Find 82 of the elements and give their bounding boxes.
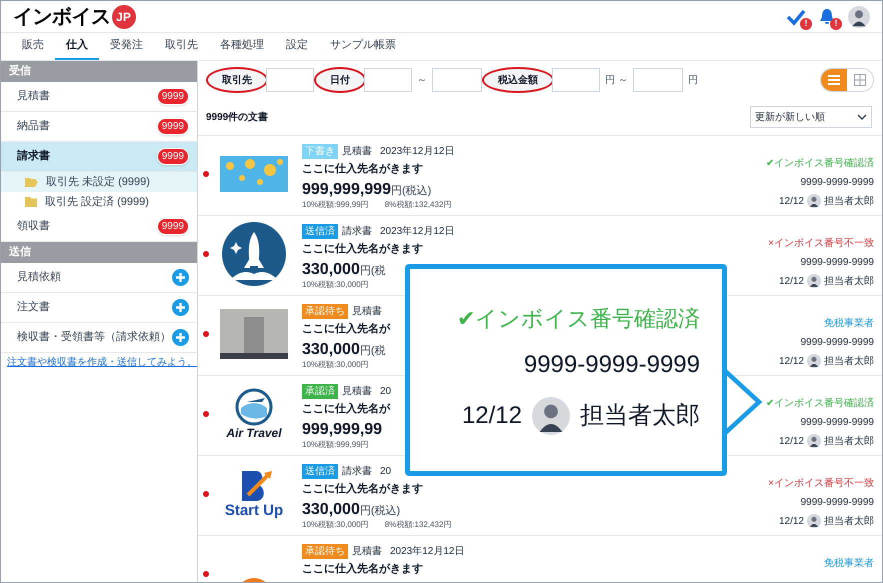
document-date: 2023年12月12日 xyxy=(380,144,454,158)
person-name: 担当者太郎 xyxy=(580,401,700,431)
updated-date: 12/12 xyxy=(462,401,522,431)
invoice-number: 9999-9999-9999 xyxy=(800,416,874,430)
amount: 330,000 xyxy=(302,260,360,280)
filter-label: 取引先 xyxy=(206,67,268,93)
updated-date: 12/12 xyxy=(778,354,804,368)
section-header: 送信 xyxy=(1,242,197,263)
amount-unit: 円(税込) xyxy=(360,504,400,519)
amount-unit: 円(税 xyxy=(360,264,386,279)
amount: 330,000 xyxy=(302,500,360,520)
amount: 999,999,99 xyxy=(302,420,382,440)
document-date: 2023年12月12日 xyxy=(390,544,464,558)
tax-amount: 10%税額:30,000円 xyxy=(302,359,369,371)
result-count: 9999件の文書 xyxy=(206,110,268,124)
tax-amount: 10%税額:30,000円 xyxy=(302,519,369,531)
document-type: 見積書 xyxy=(342,144,372,158)
filter-separator: 円 ～ xyxy=(604,74,629,88)
person-name: 担当者太郎 xyxy=(824,274,874,288)
document-type: 見積書 xyxy=(352,544,382,558)
section-header: 受信 xyxy=(1,61,197,82)
invoice-status: 免税事業者 xyxy=(824,316,874,331)
amount: 330,000 xyxy=(302,340,360,360)
person-name: 担当者太郎 xyxy=(824,354,874,368)
tax-amount: 10%税額:999,99円 xyxy=(302,439,369,451)
filter-separator: 円 xyxy=(686,74,699,88)
invoice-status: ✔インボイス番号確認済 xyxy=(766,156,874,171)
status-badge: 承認済 xyxy=(302,384,338,398)
tax-amount: 10%税額:30,000円 xyxy=(302,279,369,291)
status-badge: 送信済 xyxy=(302,464,338,478)
status-badge: 承認待ち xyxy=(302,544,348,558)
invoice-number: 9999-9999-9999 xyxy=(800,256,874,270)
filter-separator: ～ xyxy=(416,74,428,88)
document-type: 請求書 xyxy=(342,224,372,238)
count-badge: 9999 xyxy=(156,88,189,105)
filter-label: 税込金額 xyxy=(482,67,554,93)
logo-text: Start Up xyxy=(224,503,284,519)
document-type: 請求書 xyxy=(342,464,372,478)
vendor-name: ここに仕入先名がきます xyxy=(302,242,423,257)
logo-badge: JP xyxy=(112,4,136,28)
updated-date: 12/12 xyxy=(778,434,804,448)
person-name: 担当者太郎 xyxy=(824,194,874,208)
invoice-number: 9999-9999-9999 xyxy=(800,496,874,510)
vendor-name: ここに仕入先名がきます xyxy=(302,162,423,177)
tax-amount: 8%税額:132,432円 xyxy=(384,199,452,211)
person-name: 担当者太郎 xyxy=(824,434,874,448)
document-type: 見積書 xyxy=(342,384,372,398)
vendor-name: ここに仕入先名がきます xyxy=(302,482,423,497)
status-badge: 送信済 xyxy=(302,224,338,238)
count-badge: 9999 xyxy=(156,118,189,135)
vendor-name: ここに仕入先名が xyxy=(302,322,390,337)
logo-text: インボイス xyxy=(13,4,110,30)
invoice-number: 9999-9999-9999 xyxy=(800,176,874,190)
invoice-status: ✔インボイス番号確認済 xyxy=(457,305,700,333)
invoice-status: ×インボイス番号不一致 xyxy=(768,236,874,251)
updated-date: 12/12 xyxy=(778,274,804,288)
person-name: 担当者太郎 xyxy=(824,514,874,528)
amount-unit: 円(税 xyxy=(360,344,386,359)
count-badge: 9999 xyxy=(156,148,189,165)
document-date: 20 xyxy=(380,464,392,478)
vendor-name: ここに仕入先名が xyxy=(302,402,390,417)
invoice-number: 9999-9999-9999 xyxy=(800,336,874,350)
vendor-name: ここに仕入先名がきます xyxy=(302,562,423,577)
updated-date: 12/12 xyxy=(778,194,804,208)
invoice-status: ✔インボイス番号確認済 xyxy=(766,396,874,411)
tax-amount: 10%税額:999,99円 xyxy=(302,199,369,211)
status-badge: 下書き xyxy=(302,144,338,158)
alert-badge: ! xyxy=(800,18,812,30)
amount-unit: 円(税込) xyxy=(390,184,432,199)
document-type: 見積書 xyxy=(352,304,382,318)
document-date: 2023年12月12日 xyxy=(380,224,454,238)
status-badge: 承認待ち xyxy=(302,304,348,318)
tax-amount: 8%税額:132,432円 xyxy=(384,519,452,531)
logo-text: Air Travel xyxy=(226,426,282,440)
alert-badge: ! xyxy=(830,18,842,30)
count-badge: 9999 xyxy=(156,218,189,235)
invoice-status: ×インボイス番号不一致 xyxy=(768,476,874,491)
amount: 999,999,999 xyxy=(302,180,391,200)
document-date: 20 xyxy=(380,384,392,398)
invoice-status: 免税事業者 xyxy=(824,556,874,571)
filter-label: 日付 xyxy=(314,67,366,93)
updated-date: 12/12 xyxy=(778,514,804,528)
